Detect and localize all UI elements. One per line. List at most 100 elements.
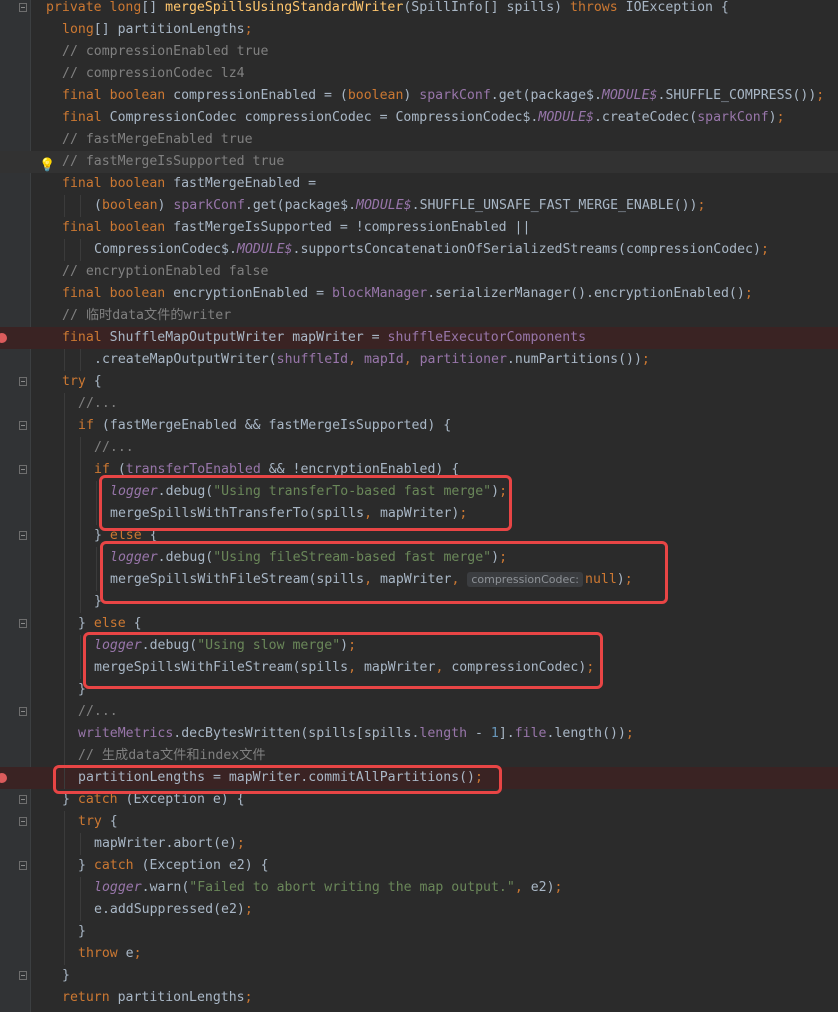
code-line[interactable]: // encryptionEnabled false — [0, 261, 838, 283]
code-token: IOException { — [625, 0, 729, 15]
code-token: boolean — [347, 88, 404, 103]
code-token: { — [109, 814, 118, 829]
code-line[interactable]: // compressionCodec lz4 — [0, 63, 838, 85]
indent-guide — [80, 503, 81, 525]
code-text: //... — [78, 393, 118, 415]
code-token: file — [514, 726, 547, 741]
code-line[interactable]: //... — [0, 393, 838, 415]
code-token: mapWriter.abort(e) — [94, 836, 237, 851]
code-token: mapId — [363, 352, 404, 367]
code-text: // compressionEnabled true — [62, 41, 268, 63]
indent-guide — [80, 635, 81, 657]
code-text: e.addSuppressed(e2); — [94, 899, 253, 921]
code-token: MODULE$ — [538, 110, 594, 125]
code-token: blockManager — [331, 286, 428, 301]
code-line[interactable]: //... — [0, 701, 838, 723]
fold-icon[interactable] — [19, 971, 27, 980]
breakpoint-icon[interactable] — [0, 773, 7, 783]
code-token: e.addSuppressed(e2) — [94, 902, 245, 917]
code-line[interactable]: long[] partitionLengths; — [0, 19, 838, 41]
indent-guide — [64, 481, 65, 503]
code-line[interactable]: } — [0, 921, 838, 943]
code-token: [] partitionLengths — [93, 22, 245, 37]
code-token: } — [78, 924, 86, 939]
code-line[interactable]: 💡// fastMergeIsSupported true — [0, 151, 838, 173]
code-token: try — [78, 814, 110, 829]
fold-icon[interactable] — [19, 817, 27, 826]
code-token: .decBytesWritten(spills[spills. — [173, 726, 420, 741]
code-editor[interactable]: private long[] mergeSpillsUsingStandardW… — [0, 0, 838, 1012]
code-line[interactable]: final CompressionCodec compressionCodec … — [0, 107, 838, 129]
fold-icon[interactable] — [19, 619, 27, 628]
highlight-box-slow-merge — [83, 632, 603, 689]
code-line[interactable]: throw e; — [0, 943, 838, 965]
code-token: else — [93, 616, 134, 631]
code-token: private — [46, 0, 110, 15]
code-line[interactable]: mapWriter.abort(e); — [0, 833, 838, 855]
code-token: ShuffleMapOutputWriter mapWriter = — [109, 330, 388, 345]
code-token: 1 — [490, 726, 499, 741]
fold-icon[interactable] — [19, 861, 27, 870]
indent-guide — [80, 437, 81, 459]
code-text: CompressionCodec$.MODULE$.supportsConcat… — [94, 239, 769, 261]
code-token: ; — [133, 946, 142, 961]
code-line[interactable]: (boolean) sparkConf.get(package$.MODULE$… — [0, 195, 838, 217]
code-token: { — [93, 374, 102, 389]
indent-guide — [64, 723, 65, 745]
code-token: //... — [94, 440, 134, 455]
code-line[interactable]: try { — [0, 371, 838, 393]
code-line[interactable]: final boolean compressionEnabled = (bool… — [0, 85, 838, 107]
code-text: private long[] mergeSpillsUsingStandardW… — [46, 0, 729, 19]
code-line[interactable]: //... — [0, 437, 838, 459]
code-line[interactable]: final ShuffleMapOutputWriter mapWriter =… — [0, 327, 838, 349]
code-token: .warn( — [141, 880, 190, 895]
code-line[interactable]: if (fastMergeEnabled && fastMergeIsSuppo… — [0, 415, 838, 437]
code-token: , — [514, 880, 531, 895]
code-line[interactable]: final boolean fastMergeIsSupported = !co… — [0, 217, 838, 239]
code-token: compressionEnabled = ( — [173, 88, 348, 103]
breakpoint-icon[interactable] — [0, 333, 7, 343]
code-line[interactable]: .createMapOutputWriter(shuffleId, mapId,… — [0, 349, 838, 371]
code-line[interactable]: final boolean fastMergeEnabled = — [0, 173, 838, 195]
indent-guide — [80, 525, 81, 547]
code-line[interactable]: return partitionLengths; — [0, 987, 838, 1009]
indent-guide — [64, 921, 65, 943]
fold-icon[interactable] — [19, 465, 27, 474]
code-line[interactable]: final boolean encryptionEnabled = blockM… — [0, 283, 838, 305]
fold-icon[interactable] — [19, 531, 27, 540]
code-line[interactable]: try { — [0, 811, 838, 833]
code-token: } — [62, 792, 78, 807]
code-line[interactable]: CompressionCodec$.MODULE$.supportsConcat… — [0, 239, 838, 261]
code-line[interactable]: // 生成data文件和index文件 — [0, 745, 838, 767]
code-line[interactable]: } — [0, 965, 838, 987]
code-text: } catch (Exception e2) { — [78, 855, 269, 877]
fold-icon[interactable] — [19, 3, 27, 12]
code-text: final ShuffleMapOutputWriter mapWriter =… — [62, 327, 586, 349]
fold-icon[interactable] — [19, 707, 27, 716]
code-line[interactable]: // compressionEnabled true — [0, 41, 838, 63]
code-token: ; — [244, 22, 253, 37]
code-line[interactable]: // fastMergeEnabled true — [0, 129, 838, 151]
highlight-box-filestream — [100, 541, 668, 604]
indent-guide — [80, 195, 81, 217]
indent-guide — [64, 745, 65, 767]
code-line[interactable]: e.addSuppressed(e2); — [0, 899, 838, 921]
code-text: final boolean fastMergeEnabled = — [62, 173, 316, 195]
code-line[interactable]: logger.warn("Failed to abort writing the… — [0, 877, 838, 899]
code-token: - — [475, 726, 491, 741]
code-token: try — [62, 374, 94, 389]
code-line[interactable]: } catch (Exception e2) { — [0, 855, 838, 877]
fold-icon[interactable] — [19, 795, 27, 804]
indent-guide — [64, 239, 65, 261]
code-text: logger.warn("Failed to abort writing the… — [94, 877, 562, 899]
fold-icon[interactable] — [19, 421, 27, 430]
code-line[interactable]: writeMetrics.decBytesWritten(spills[spil… — [0, 723, 838, 745]
code-token: (Exception e2) { — [141, 858, 269, 873]
code-token: [] — [141, 0, 166, 15]
code-token: MODULE$ — [601, 88, 658, 103]
indent-guide — [64, 811, 65, 833]
fold-icon[interactable] — [19, 377, 27, 386]
code-line[interactable]: private long[] mergeSpillsUsingStandardW… — [0, 0, 838, 19]
code-text: } — [62, 965, 70, 987]
code-line[interactable]: // 临时data文件的writer — [0, 305, 838, 327]
